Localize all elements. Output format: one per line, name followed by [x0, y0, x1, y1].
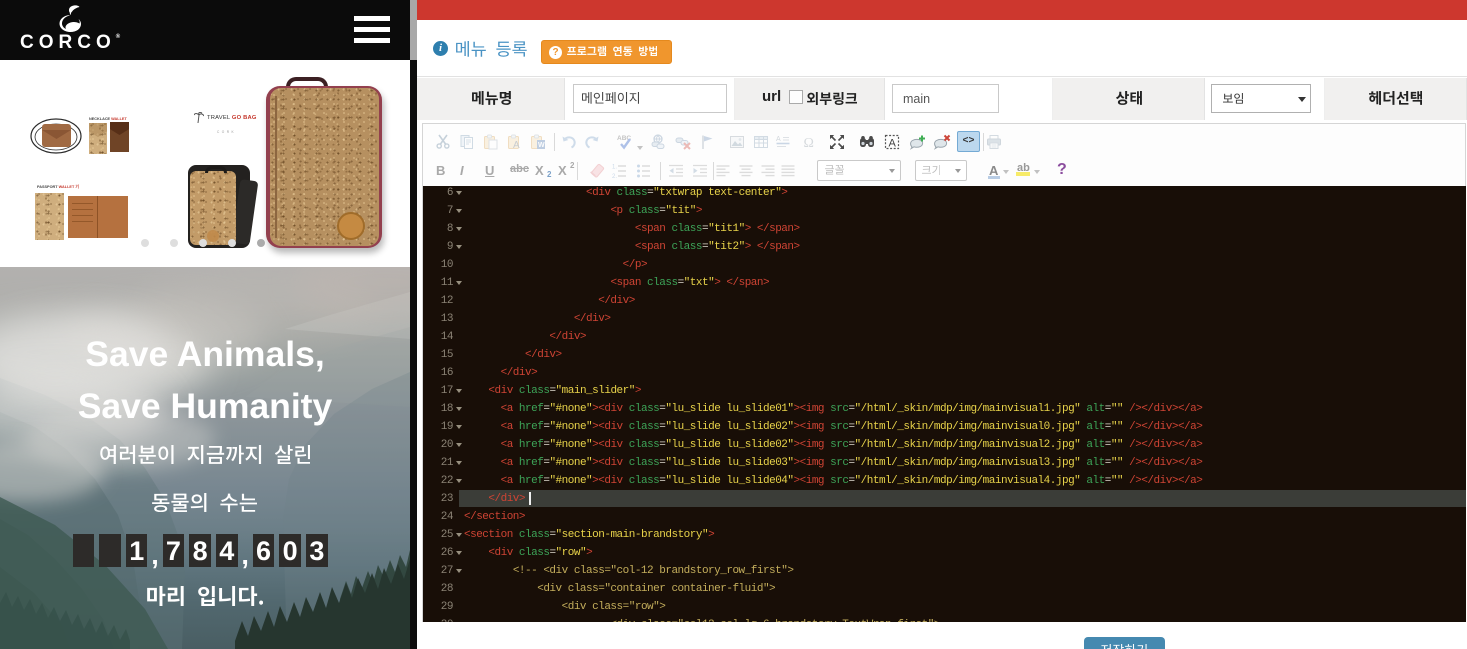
svg-text:1.: 1.	[612, 165, 617, 171]
svg-text:Ω: Ω	[804, 136, 814, 150]
svg-text:W: W	[538, 142, 545, 149]
svg-text:A: A	[513, 140, 520, 150]
svg-text:A: A	[889, 138, 897, 150]
svg-text:A: A	[776, 136, 781, 143]
svg-text:2.: 2.	[612, 174, 617, 179]
